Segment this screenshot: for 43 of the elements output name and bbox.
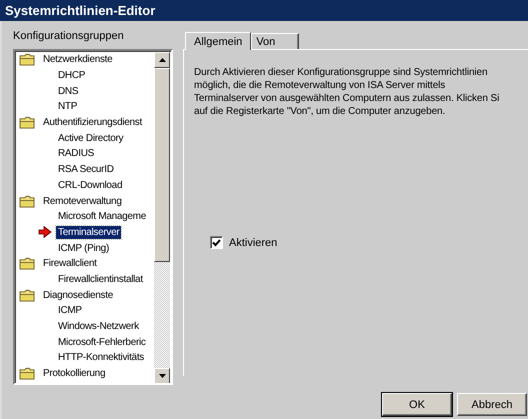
- tree-item[interactable]: Microsoft-Fehlerberic: [56, 336, 148, 349]
- tree-item[interactable]: Netzwerkdienste: [41, 53, 114, 66]
- tab[interactable]: Von: [251, 33, 300, 49]
- tree-item[interactable]: Firewallclient: [41, 257, 99, 270]
- tree-item[interactable]: RADIUS: [56, 147, 96, 160]
- tree-item[interactable]: Terminalserver: [56, 226, 122, 239]
- pointer-arrow-icon: [38, 226, 52, 238]
- tab[interactable]: Allgemein: [185, 32, 252, 50]
- window-title: Systemrichtlinien-Editor: [0, 0, 528, 21]
- folder-icon: [19, 194, 36, 208]
- tree-item[interactable]: DNS: [56, 84, 80, 98]
- tree-item[interactable]: RSA SecurID: [56, 163, 116, 176]
- dialog-button[interactable]: Abbrech: [457, 393, 527, 416]
- tree-item[interactable]: NTP: [56, 100, 80, 114]
- tree-item[interactable]: Diagnosedienste: [41, 288, 115, 302]
- dialog-button[interactable]: OK: [382, 393, 452, 416]
- tree-item[interactable]: Microsoft Manageme: [56, 210, 148, 224]
- scrollbar[interactable]: [154, 52, 170, 383]
- tree-item[interactable]: ICMP (Ping): [56, 242, 111, 255]
- folder-icon: [19, 257, 36, 270]
- tree-item[interactable]: Remoteverwaltung: [41, 194, 124, 208]
- folder-icon: [19, 53, 36, 66]
- tree-item[interactable]: Active Directory: [56, 132, 126, 145]
- scroll-up-button[interactable]: [154, 52, 170, 68]
- folder-icon: [19, 116, 36, 130]
- scroll-thumb[interactable]: [154, 68, 170, 262]
- tree-item[interactable]: ICMP: [56, 304, 84, 318]
- scroll-down-button[interactable]: [154, 368, 170, 383]
- tree-item[interactable]: Windows-Netzwerk: [56, 320, 141, 334]
- down-arrow-icon: [158, 374, 166, 378]
- tree-item[interactable]: Authentifizierungsdienst: [41, 116, 144, 130]
- group-label: Konfigurationsgruppen: [13, 30, 125, 44]
- tree-item[interactable]: HTTP-Konnektivitäts: [56, 351, 146, 364]
- checkbox-label[interactable]: Aktivieren: [229, 236, 278, 248]
- tree-item[interactable]: CRL-Download: [56, 178, 124, 192]
- folder-icon: [19, 367, 36, 380]
- enable-checkbox[interactable]: [210, 236, 223, 249]
- description-text: Durch Aktivieren dieser Konfigurationsgruppe sind Systemrichtlinien möglich, die die Remoteverwaltung von ISA Server mittels Terminalserver von ausgewählten Computern aus zulassen. Klicken Si auf die Registerkarte "Von", um die Computer anzugeben.: [194, 66, 500, 118]
- tree-item[interactable]: Protokollierung: [41, 367, 108, 380]
- folder-icon: [19, 288, 36, 302]
- up-arrow-icon: [158, 58, 166, 62]
- tree-item[interactable]: DHCP: [56, 69, 88, 82]
- tree-item[interactable]: Firewallclientinstallat: [56, 272, 145, 286]
